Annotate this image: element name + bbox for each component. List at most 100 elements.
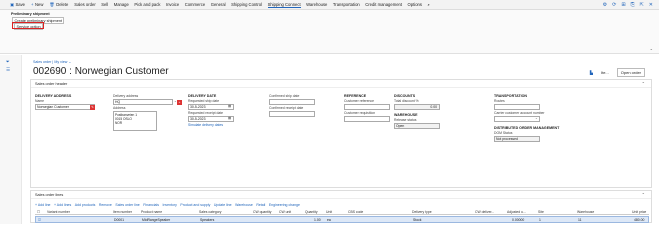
cell-delivery-type[interactable]: Stock xyxy=(413,218,421,222)
column-warehouse[interactable]: Warehouse xyxy=(577,210,594,214)
list-icon[interactable]: ☰ xyxy=(6,67,10,73)
save-button[interactable]: ▣ Save xyxy=(10,2,25,7)
filter-icon[interactable]: ⏷ xyxy=(6,59,10,64)
menu-shipping-control[interactable]: Shipping Control xyxy=(231,2,262,7)
delivery-address-field[interactable]: HQ xyxy=(113,99,173,105)
close-icon[interactable]: ✕ xyxy=(649,2,653,8)
new-button[interactable]: + New xyxy=(31,2,43,7)
customer-reference-field[interactable] xyxy=(344,104,390,110)
menu-general[interactable]: General xyxy=(211,2,226,7)
confirmed-receipt-date-field[interactable] xyxy=(269,111,315,117)
column-item-number[interactable]: Item number xyxy=(113,210,132,214)
carrier-account-label: Carrier customer account number xyxy=(494,111,545,115)
column-variant-number[interactable]: Variant number xyxy=(47,210,70,214)
menu-invoice[interactable]: Invoice xyxy=(166,2,179,7)
column-cbs-code[interactable]: CBS code xyxy=(348,210,363,214)
lines-panel-title[interactable]: Sales order lines xyxy=(31,191,651,199)
edit-icon[interactable]: ✎ xyxy=(90,104,95,110)
menu-sell[interactable]: Sell xyxy=(101,2,108,7)
menu-sales-order[interactable]: Sales order xyxy=(74,2,95,7)
column-site[interactable]: Site xyxy=(538,210,544,214)
refresh-icon[interactable]: ⟳ xyxy=(612,2,616,8)
header-panel-title[interactable]: Sales order header xyxy=(31,80,651,88)
cell-warehouse[interactable]: 11 xyxy=(578,218,582,222)
chevron-down-icon[interactable]: ⌄ xyxy=(68,60,71,64)
column-cw-deliver[interactable]: CW deliver... xyxy=(475,210,494,214)
column-adjusted[interactable]: Adjusted u... xyxy=(507,210,526,214)
calendar-icon[interactable]: ▦ xyxy=(228,116,231,120)
select-all-checkbox[interactable]: ☐ xyxy=(37,210,40,214)
dom-status-field: Not processed xyxy=(494,136,540,142)
breadcrumb-sales-order[interactable]: Sales order xyxy=(33,60,51,64)
add-lines-button[interactable]: + Add lines xyxy=(54,203,71,207)
column-cw-unit[interactable]: CW unit xyxy=(279,210,291,214)
office-icon[interactable]: ⊞ xyxy=(621,2,625,8)
cell-adjusted[interactable]: 0.00000 xyxy=(512,218,524,222)
menu-pick-and-pack[interactable]: Pick and pack xyxy=(134,2,160,7)
cell-unit-price[interactable]: 480.00 xyxy=(634,218,644,222)
update-line-menu[interactable]: Update line xyxy=(214,203,232,207)
cell-sales-category[interactable]: Speakers xyxy=(200,218,214,222)
cell-product-name[interactable]: MidRangeSpeaker xyxy=(142,218,170,222)
warehouse-menu[interactable]: Warehouse xyxy=(235,203,253,207)
add-address-icon[interactable]: + xyxy=(177,99,182,105)
chevron-down-icon[interactable]: ⌄ xyxy=(535,116,538,120)
menu-options[interactable]: Options xyxy=(408,2,422,7)
calendar-icon[interactable]: ▦ xyxy=(228,104,231,108)
confirmed-ship-date-field[interactable] xyxy=(269,99,315,105)
menu-commerce[interactable]: Commerce xyxy=(185,2,205,7)
menu-warehouse[interactable]: Warehouse xyxy=(306,2,327,7)
chevron-up-icon[interactable]: ⌃ xyxy=(642,192,645,197)
column-unit-price[interactable]: Unit price xyxy=(632,210,646,214)
cell-unit[interactable]: ea xyxy=(327,218,331,222)
trash-icon: 🗑 xyxy=(49,1,55,7)
name-field[interactable]: Norwegian Customer xyxy=(35,104,95,110)
search-icon[interactable]: ⌕ xyxy=(427,2,429,7)
column-delivery-type[interactable]: Delivery type xyxy=(412,210,432,214)
menu-manage[interactable]: Manage xyxy=(114,2,129,7)
menu-credit-management[interactable]: Credit management xyxy=(365,2,402,7)
simulate-delivery-dates-link[interactable]: Simulate delivery dates xyxy=(188,123,223,127)
table-row[interactable]: ☑ D0001 MidRangeSpeaker Speakers 1.00 ea… xyxy=(35,216,649,223)
open-order-badge: Open order xyxy=(616,68,645,77)
menu-transportation[interactable]: Transportation xyxy=(333,2,360,7)
discounts-section: DISCOUNTS xyxy=(394,94,416,98)
column-product-name[interactable]: Product name xyxy=(141,210,162,214)
sales-order-lines-panel: Sales order lines ⌃ + Add line + Add lin… xyxy=(30,190,652,223)
chevron-up-icon[interactable]: ⌃ xyxy=(642,81,645,86)
routes-field[interactable] xyxy=(494,104,540,110)
cell-site[interactable]: 1 xyxy=(539,218,541,222)
column-quantity[interactable]: Quantity xyxy=(305,210,318,214)
add-line-button[interactable]: + Add line xyxy=(35,203,50,207)
link-icon[interactable]: ⚙ xyxy=(603,2,607,8)
delete-button[interactable]: 🗑 Delete xyxy=(49,2,68,8)
sales-order-line-menu[interactable]: Sales order line xyxy=(115,203,139,207)
window-actions: ⚙ ⟳ ⊞ ⎘ ⇱ ✕ xyxy=(603,2,653,8)
carrier-account-field[interactable] xyxy=(494,116,540,122)
customer-requisition-field[interactable] xyxy=(344,116,390,122)
column-sales-category[interactable]: Sales category xyxy=(199,210,221,214)
more-tab[interactable]: Ite... xyxy=(601,70,609,75)
column-unit[interactable]: Unit xyxy=(326,210,332,214)
menu-shipping-connect[interactable]: Shipping Connect xyxy=(267,2,301,8)
product-and-supply-menu[interactable]: Product and supply xyxy=(180,203,210,207)
attach-icon[interactable]: ⎘ xyxy=(631,2,635,8)
add-products-button[interactable]: Add products xyxy=(75,203,96,207)
bar-chart-icon[interactable]: ▙ xyxy=(590,70,593,75)
remove-button[interactable]: Remove xyxy=(99,203,112,207)
popout-icon[interactable]: ⇱ xyxy=(640,2,644,8)
inventory-menu[interactable]: Inventory xyxy=(162,203,176,207)
cell-item-number[interactable]: D0001 xyxy=(114,218,124,222)
collapse-icon[interactable]: ⌃ xyxy=(650,48,653,53)
release-status-label: Release status xyxy=(394,118,417,122)
financials-menu[interactable]: Financials xyxy=(143,203,159,207)
retail-menu[interactable]: Retail xyxy=(256,203,265,207)
address-field[interactable]: Postbanveien 1 0015 OSLO NOR xyxy=(113,111,157,131)
row-checkbox[interactable]: ☑ xyxy=(38,218,41,222)
header-actions: ▙ Ite... Open order xyxy=(590,68,645,77)
page-title: 002690 : Norwegian Customer xyxy=(33,66,169,77)
column-cw-quantity[interactable]: CW quantity xyxy=(253,210,271,214)
view-selector[interactable]: My view xyxy=(54,60,67,64)
cell-quantity[interactable]: 1.00 xyxy=(314,218,321,222)
engineering-change-menu[interactable]: Engineering change xyxy=(269,203,300,207)
